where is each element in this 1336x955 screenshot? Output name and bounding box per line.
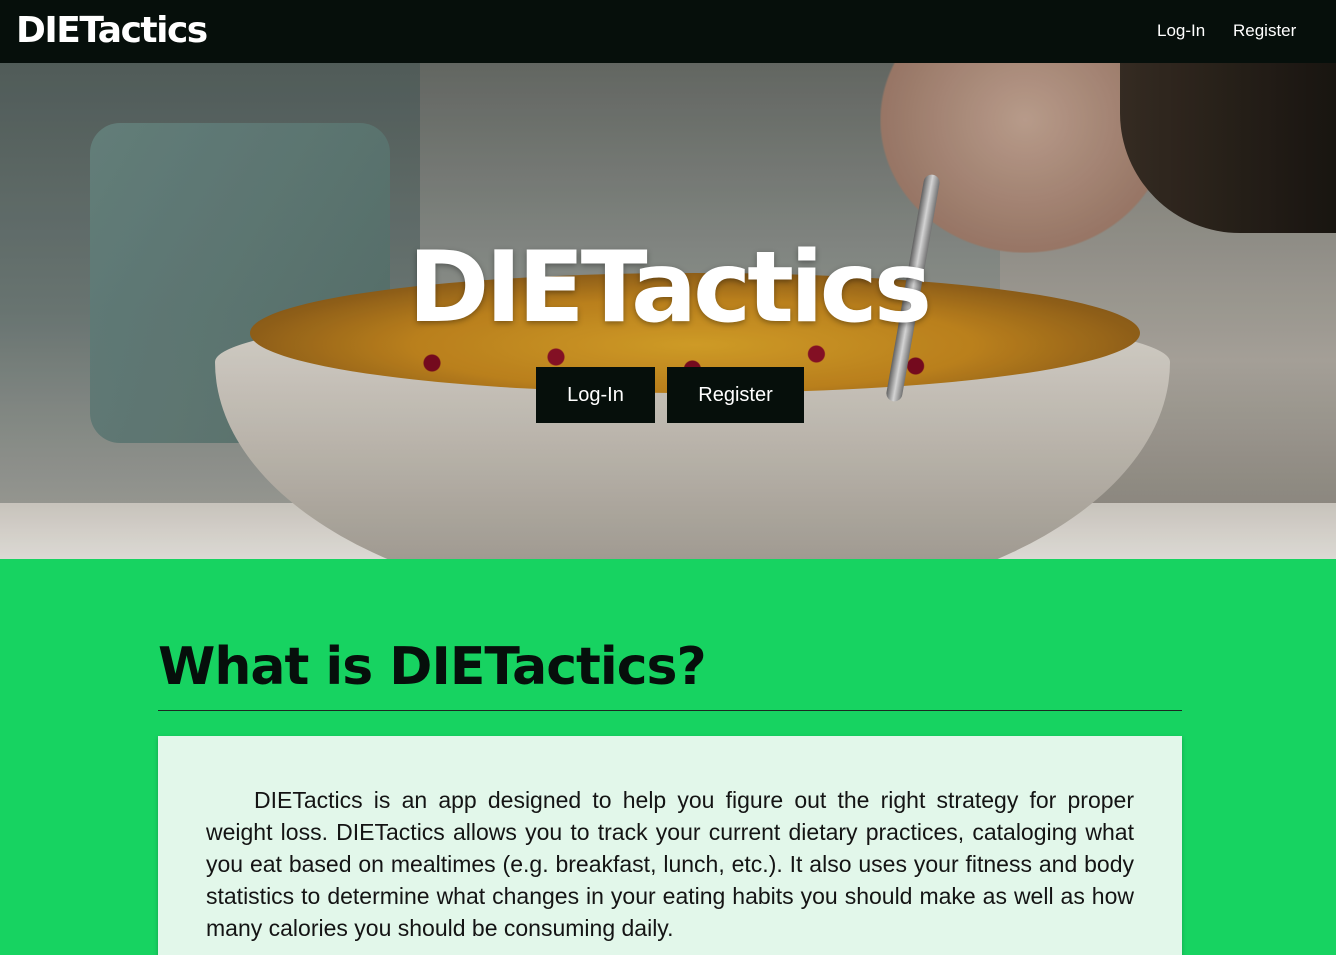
nav-register-link[interactable]: Register bbox=[1233, 20, 1296, 42]
about-description: DIETactics is an app designed to help yo… bbox=[206, 787, 1134, 941]
hero-title: DIETactics bbox=[407, 231, 932, 345]
hero-banner: DIETactics Log-In Register bbox=[0, 63, 1336, 559]
about-card: DIETactics is an app designed to help yo… bbox=[158, 736, 1182, 955]
about-heading: What is DIETactics? bbox=[158, 637, 707, 697]
hero-register-button[interactable]: Register bbox=[667, 367, 804, 423]
hero-login-button[interactable]: Log-In bbox=[536, 367, 655, 423]
section-divider bbox=[158, 710, 1182, 711]
top-navbar: DIETactics Log-In Register bbox=[0, 0, 1336, 63]
brand-logo-link[interactable]: DIETactics bbox=[16, 9, 208, 53]
nav-login-link[interactable]: Log-In bbox=[1157, 20, 1205, 42]
